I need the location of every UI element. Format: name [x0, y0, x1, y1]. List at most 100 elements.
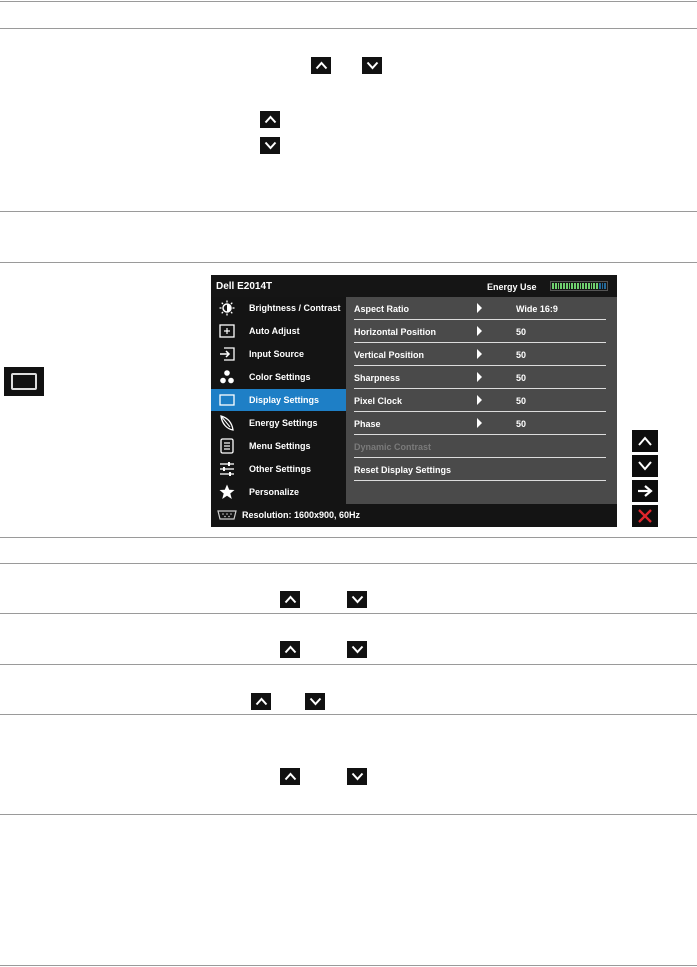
- up-icon: [638, 436, 652, 446]
- display-settings-section-icon: [4, 367, 44, 396]
- divider: [0, 262, 697, 263]
- menu-item-auto-adjust[interactable]: Auto Adjust: [211, 320, 346, 342]
- energy-meter: [550, 281, 608, 291]
- setting-sharpness[interactable]: Sharpness 50: [354, 366, 606, 389]
- osd-main-menu: Brightness / Contrast Auto Adjust Input …: [211, 297, 346, 504]
- other-settings-icon: [219, 461, 235, 477]
- energy-meter-segment: [598, 283, 601, 289]
- energy-meter-segment: [552, 283, 554, 289]
- submenu-arrow-icon: [477, 326, 482, 336]
- star-icon: [219, 484, 235, 500]
- display-settings-icon: [219, 392, 235, 408]
- setting-label: Aspect Ratio: [354, 304, 410, 314]
- setting-phase[interactable]: Phase 50: [354, 412, 606, 435]
- menu-item-label: Input Source: [249, 349, 305, 359]
- energy-meter-segment: [590, 283, 593, 289]
- resolution-status: Resolution: 1600x900, 60Hz: [242, 510, 361, 520]
- energy-meter-segment: [601, 283, 604, 289]
- osd-menu: Dell E2014T Energy Use Brightness / Cont…: [211, 275, 617, 527]
- setting-label: Pixel Clock: [354, 396, 403, 406]
- setting-label: Phase: [354, 419, 381, 429]
- energy-meter-segment: [582, 283, 584, 289]
- energy-meter-segment: [565, 283, 568, 289]
- up-key-icon: [280, 591, 300, 608]
- up-key-icon: [280, 641, 300, 658]
- monitor-model: Dell E2014T: [216, 281, 273, 292]
- divider: [0, 1, 697, 2]
- menu-item-input-source[interactable]: Input Source: [211, 343, 346, 365]
- down-button[interactable]: [632, 455, 658, 477]
- energy-meter-segment: [593, 283, 595, 289]
- energy-meter-segment: [568, 283, 571, 289]
- setting-aspect-ratio[interactable]: Aspect Ratio Wide 16:9: [354, 297, 606, 320]
- submenu-arrow-icon: [477, 303, 482, 313]
- down-key-icon: [362, 57, 382, 74]
- energy-meter-segment: [585, 283, 587, 289]
- menu-item-label: Display Settings: [249, 395, 320, 405]
- menu-item-brightness-contrast[interactable]: Brightness / Contrast: [211, 297, 346, 319]
- divider: [0, 211, 697, 212]
- menu-item-label: Menu Settings: [249, 441, 311, 451]
- up-key-icon: [311, 57, 331, 74]
- energy-meter-segment: [571, 283, 573, 289]
- menu-item-personalize[interactable]: Personalize: [211, 481, 346, 503]
- divider: [0, 814, 697, 815]
- setting-label: Horizontal Position: [354, 327, 436, 337]
- menu-item-label: Other Settings: [249, 464, 312, 474]
- menu-item-label: Personalize: [249, 487, 300, 497]
- input-source-icon: [219, 346, 235, 362]
- energy-meter-segment: [557, 283, 560, 289]
- submenu-arrow-icon: [477, 372, 482, 382]
- menu-settings-icon: [219, 438, 235, 454]
- color-settings-icon: [219, 369, 235, 385]
- menu-item-label: Energy Settings: [249, 418, 318, 428]
- energy-meter-segment: [579, 283, 582, 289]
- energy-use-label: Energy Use: [487, 282, 537, 292]
- setting-reset-display-settings[interactable]: Reset Display Settings: [354, 458, 606, 481]
- down-key-icon: [347, 641, 367, 658]
- divider: [0, 28, 697, 29]
- setting-horizontal-position[interactable]: Horizontal Position 50: [354, 320, 606, 343]
- energy-meter-segment: [576, 283, 579, 289]
- up-button[interactable]: [632, 430, 658, 452]
- setting-label: Vertical Position: [354, 350, 425, 360]
- up-key-icon: [260, 111, 280, 128]
- vga-connector-icon: [217, 510, 237, 522]
- submenu-arrow-icon: [477, 395, 482, 405]
- menu-item-label: Brightness / Contrast: [249, 303, 341, 313]
- menu-item-other-settings[interactable]: Other Settings: [211, 458, 346, 480]
- divider: [0, 613, 697, 614]
- down-key-icon: [305, 693, 325, 710]
- energy-meter-segment: [596, 283, 598, 289]
- setting-pixel-clock[interactable]: Pixel Clock 50: [354, 389, 606, 412]
- menu-item-energy-settings[interactable]: Energy Settings: [211, 412, 346, 434]
- energy-meter-segment: [563, 283, 565, 289]
- menu-item-color-settings[interactable]: Color Settings: [211, 366, 346, 388]
- down-key-icon: [260, 137, 280, 154]
- enter-button[interactable]: [632, 480, 658, 502]
- osd-title-bar: Dell E2014T Energy Use: [211, 275, 617, 297]
- energy-leaf-icon: [219, 415, 235, 431]
- down-icon: [638, 461, 652, 471]
- auto-adjust-icon: [219, 323, 235, 339]
- divider: [0, 664, 697, 665]
- setting-value: 50: [516, 419, 527, 429]
- setting-label: Dynamic Contrast: [354, 442, 432, 452]
- setting-value: 50: [516, 350, 527, 360]
- exit-button[interactable]: [632, 505, 658, 527]
- setting-vertical-position[interactable]: Vertical Position 50: [354, 343, 606, 366]
- submenu-arrow-icon: [477, 349, 482, 359]
- setting-value: Wide 16:9: [516, 304, 558, 314]
- osd-status-bar: Resolution: 1600x900, 60Hz: [211, 504, 617, 527]
- energy-meter-segment: [587, 283, 590, 289]
- setting-value: 50: [516, 373, 527, 383]
- energy-meter-segment: [560, 283, 562, 289]
- divider: [0, 563, 697, 564]
- right-arrow-icon: [638, 485, 653, 497]
- setting-value: 50: [516, 396, 527, 406]
- setting-dynamic-contrast: Dynamic Contrast: [354, 435, 606, 458]
- menu-item-menu-settings[interactable]: Menu Settings: [211, 435, 346, 457]
- up-key-icon: [280, 768, 300, 785]
- menu-item-display-settings[interactable]: Display Settings: [211, 389, 346, 411]
- menu-item-label: Auto Adjust: [249, 326, 300, 336]
